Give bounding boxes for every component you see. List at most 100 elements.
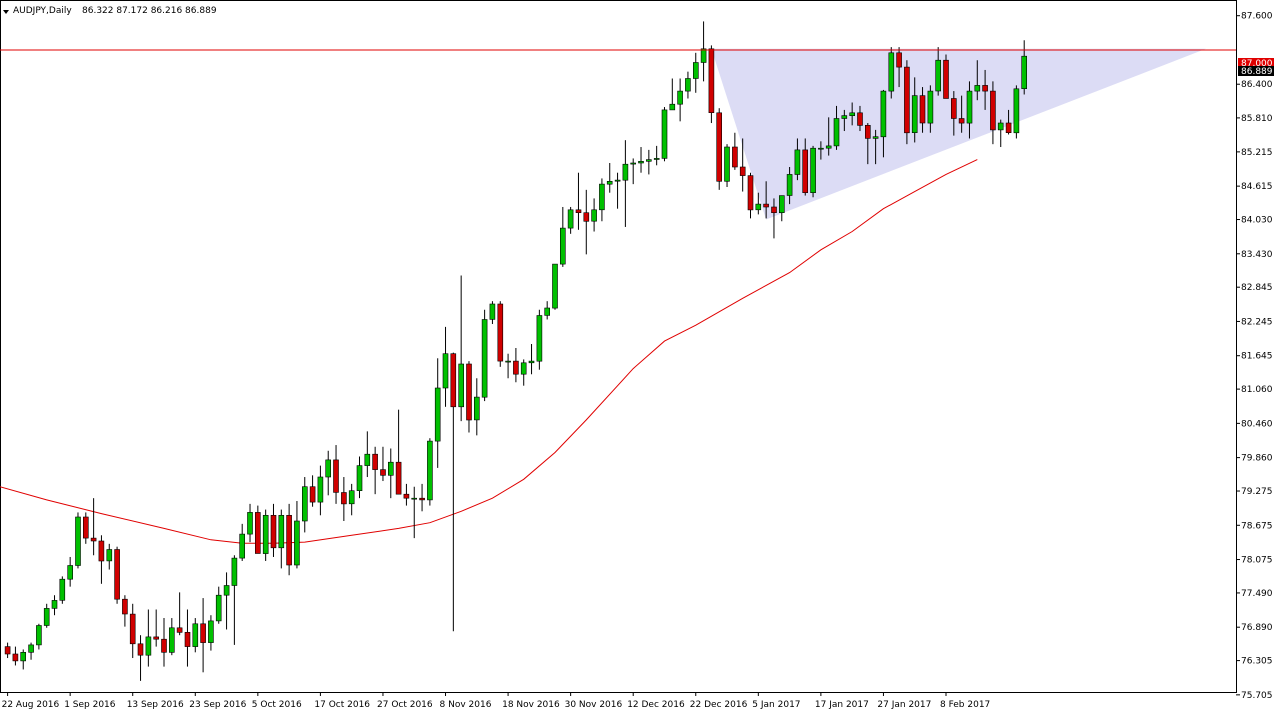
y-tick-label: 79.860 [1241,454,1273,464]
x-tick-label: 17 Jan 2017 [815,700,869,710]
candle[interactable] [1013,85,1020,139]
candle[interactable] [888,47,895,99]
candle-body [786,174,793,196]
candle-body [974,85,981,92]
candle-body [591,209,597,222]
candle[interactable] [552,263,558,310]
candle[interactable] [716,108,723,190]
candle-body [301,486,308,522]
candle[interactable] [114,546,120,604]
y-tick-label: 84.030 [1241,216,1273,226]
candle-body [888,52,895,92]
candle-body [622,163,629,181]
candle-body [325,459,332,478]
candle-body [395,461,402,495]
candle-body [677,90,683,105]
candle[interactable] [481,309,488,402]
candle-body [223,585,230,596]
candle-body [536,315,543,362]
candle-body [43,608,50,626]
candle[interactable] [904,60,910,145]
candle-body [184,631,191,647]
x-tick-label: 22 Aug 2016 [2,700,60,710]
candle-body [255,512,261,554]
candle-body [513,360,519,375]
candle-body [36,625,42,646]
x-tick-label: 8 Feb 2017 [940,700,990,710]
x-tick-label: 13 Sep 2016 [127,700,184,710]
y-tick-label: 85.810 [1241,114,1273,124]
candle-body [583,212,590,222]
candle-body [927,90,934,124]
candle-body [645,159,652,162]
candle-body [239,533,245,559]
candle-body [200,623,206,643]
candle-body [294,520,300,566]
candle-body [857,112,863,126]
candle-body [794,149,801,175]
x-tick-label: 1 Sep 2016 [64,700,116,710]
candle-body [434,387,441,442]
candle-body [810,147,816,193]
candle-body [802,149,809,193]
x-tick-label: 27 Oct 2016 [377,700,433,710]
y-tick-label: 85.215 [1241,148,1273,158]
candle-body [442,353,449,389]
candle-body [638,161,644,164]
candle-body [818,147,824,150]
ohlc-label: 86.322 87.172 86.216 86.889 [82,6,217,16]
candle-body [661,109,668,159]
candle-body [341,492,347,505]
candle-body [849,112,856,117]
candle-body [114,549,120,600]
candle-body [67,565,73,580]
candle-body [778,195,785,214]
candle-body [700,48,707,63]
candle-body [606,181,613,185]
candle[interactable] [708,45,715,124]
candle-body [348,490,355,505]
y-tick-label: 86.400 [1241,80,1273,90]
candle-body [528,360,535,364]
price-chart[interactable]: AUDJPY,Daily 86.322 87.172 86.216 86.889… [0,0,1278,716]
chart-header: AUDJPY,Daily 86.322 87.172 86.216 86.889 [3,6,217,16]
candle[interactable] [497,301,504,367]
y-tick-label: 80.460 [1241,419,1273,429]
candle-body [153,636,159,640]
candle-body [880,90,887,138]
candle[interactable] [59,576,66,604]
candle-body [90,537,97,542]
candle-body [708,48,715,114]
candle[interactable] [943,54,949,99]
y-tick-label: 76.890 [1241,623,1273,633]
candle-body [466,363,472,421]
candle-body [403,493,410,499]
candle-body [559,227,566,265]
y-tick-label: 82.245 [1241,317,1273,327]
candle-body [231,557,238,586]
candle[interactable] [810,145,816,198]
candle-body [215,594,222,622]
candle-body [356,465,363,492]
candle[interactable] [75,512,81,569]
y-tick-label: 81.060 [1241,385,1273,395]
candle[interactable] [262,509,269,561]
candle-body [59,578,66,601]
candle[interactable] [724,144,730,187]
candle-body [685,78,691,92]
candle[interactable] [255,505,261,554]
candle-body [176,627,183,633]
candle-body [262,514,269,554]
candle-body [364,453,371,466]
candle-body [1021,55,1028,90]
candle[interactable] [661,107,668,162]
candle-body [763,203,769,208]
candle-body [145,636,152,656]
candle-body [575,209,582,214]
candle[interactable] [536,309,543,370]
candle[interactable] [427,438,433,506]
candle-body [489,303,496,320]
candle-body [943,59,949,99]
candle-body [904,66,910,134]
candle-body [106,549,113,562]
